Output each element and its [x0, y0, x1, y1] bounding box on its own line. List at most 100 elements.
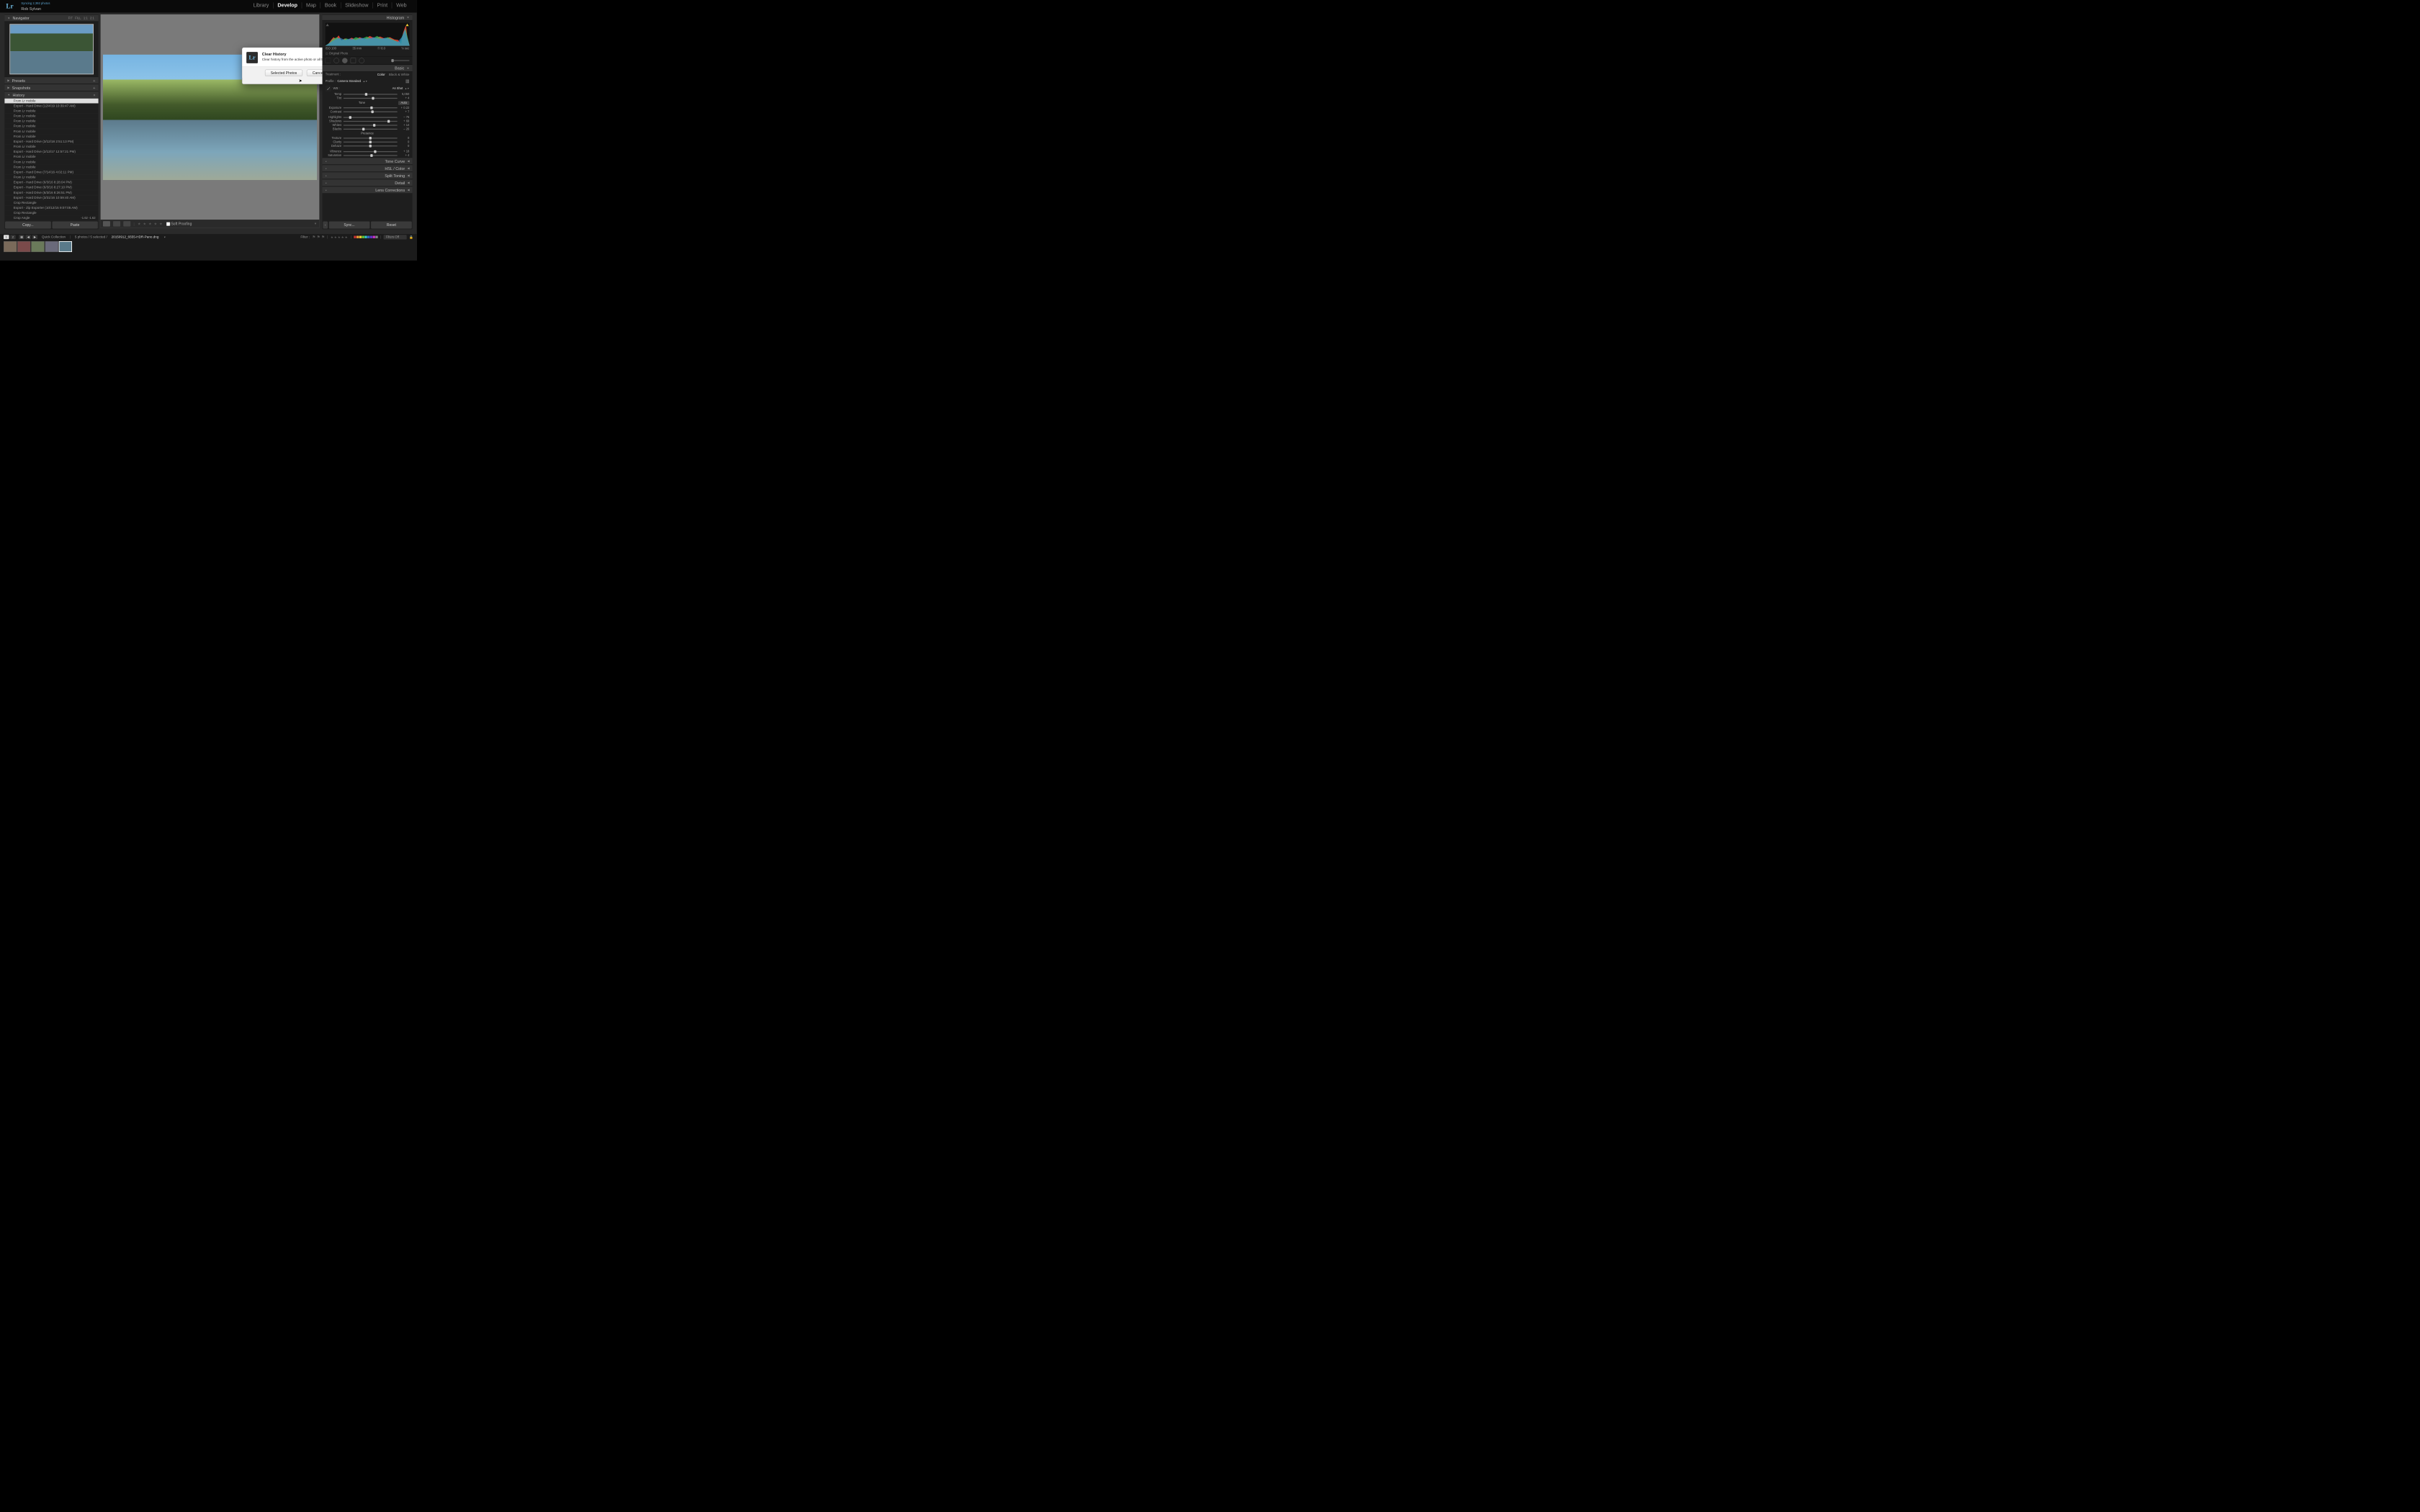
tone-curve-header[interactable]: ▪Tone Curve◀ — [323, 158, 413, 165]
crop-tool-icon[interactable] — [326, 58, 331, 63]
history-step[interactable]: From Lr mobile — [4, 144, 98, 149]
history-step[interactable]: From Lr mobile — [4, 129, 98, 134]
zoom-fill[interactable]: FILL — [74, 17, 83, 20]
toolbar-menu-icon[interactable]: ▼ — [314, 222, 317, 226]
history-step[interactable]: Export - Hard Drive (6/3/16 8:28:04 PM) — [4, 180, 98, 185]
hsl-color-header[interactable]: ▪HSL / Color◀ — [323, 165, 413, 172]
navigator-header[interactable]: ▼ Navigator FITFILL1:12:1 — [4, 14, 98, 22]
module-web[interactable]: Web — [392, 2, 411, 8]
zoom-fit[interactable]: FIT — [67, 17, 74, 20]
detail-header[interactable]: ▪Detail◀ — [323, 179, 413, 186]
thumbnail[interactable] — [31, 241, 44, 252]
mask-slider[interactable] — [391, 60, 409, 61]
radial-filter-icon[interactable] — [359, 58, 364, 63]
split-toning-header[interactable]: ▪Split Toning◀ — [323, 172, 413, 179]
spot-removal-icon[interactable] — [333, 58, 339, 63]
add-snapshot-icon[interactable]: + — [93, 85, 95, 90]
window-1-button[interactable]: 1 — [4, 235, 9, 239]
thumbnail[interactable] — [17, 241, 30, 252]
loupe-view-icon[interactable] — [103, 221, 110, 227]
soft-proofing-toggle[interactable]: Soft Proofing — [166, 222, 192, 226]
panel-switch-icon[interactable]: ▪ — [323, 222, 328, 229]
history-header[interactable]: ▼ History × — [4, 91, 98, 99]
before-after-icon[interactable] — [113, 221, 120, 227]
filter-lock-icon[interactable]: 🔒 — [409, 235, 413, 238]
module-library[interactable]: Library — [249, 2, 273, 8]
module-print[interactable]: Print — [372, 2, 392, 8]
window-2-button[interactable]: 2 — [10, 235, 16, 239]
lens-corrections-header[interactable]: ▪Lens Corrections◀ — [323, 186, 413, 194]
filters-off-dropdown[interactable]: Filters Off — [384, 235, 407, 239]
module-slideshow[interactable]: Slideshow — [341, 2, 372, 8]
history-step[interactable]: Export - Hard Drive (3/12/18 2:51:13 PM) — [4, 139, 98, 144]
history-step[interactable]: Export - Hard Drive (7/14/16 4:02:11 PM) — [4, 170, 98, 175]
treatment-color[interactable]: Color — [377, 73, 385, 76]
graduated-filter-icon[interactable] — [351, 58, 357, 63]
selected-photos-button[interactable]: Selected Photos — [265, 70, 302, 76]
history-step[interactable]: From Lr mobile — [4, 124, 98, 129]
original-photo-toggle[interactable]: ▭ Original Photo — [323, 50, 413, 56]
shadow-clipping-icon[interactable] — [326, 23, 329, 26]
clear-history-icon[interactable]: × — [93, 93, 95, 97]
soft-proofing-checkbox[interactable] — [166, 222, 170, 225]
basic-header[interactable]: Basic ▼ — [323, 65, 413, 72]
history-step[interactable]: From Lr mobile — [4, 165, 98, 170]
sync-button[interactable]: Sync... — [329, 222, 370, 229]
reset-button[interactable]: Reset — [371, 222, 412, 229]
profile-row[interactable]: Profile : Camera Standard ▲▼ ▦ — [323, 78, 413, 85]
grid-view-icon[interactable]: ▦ — [19, 235, 24, 239]
history-step[interactable]: Export - Hard Drive (12/4/19 10:39:47 AM… — [4, 104, 98, 109]
flag-filter-icon[interactable]: ⚑ ⚑ ⚑ — [312, 235, 325, 240]
snapshots-header[interactable]: ▶ Snapshots + — [4, 84, 98, 91]
highlight-clipping-icon[interactable] — [405, 23, 408, 26]
history-step[interactable]: Export - Hard Drive (2/13/17 12:57:21 PM… — [4, 150, 98, 155]
eyedropper-icon[interactable] — [326, 86, 331, 91]
history-step[interactable]: Crop Rectangle — [4, 200, 98, 205]
presets-header[interactable]: ▶ Presets + — [4, 77, 98, 84]
history-step[interactable]: From Lr mobile — [4, 134, 98, 139]
current-filename[interactable]: 20150912_6555-HDR-Pano.dng — [112, 235, 159, 239]
history-step[interactable]: From Lr mobile — [4, 155, 98, 160]
rating-filter[interactable]: ★★★★★ — [331, 235, 349, 238]
module-map[interactable]: Map — [302, 2, 321, 8]
history-step[interactable]: Crop Rectangle — [4, 211, 98, 216]
copy-button[interactable]: Copy... — [5, 222, 51, 229]
thumbnail[interactable] — [4, 241, 17, 252]
color-label-filter[interactable] — [354, 236, 377, 238]
histogram-header[interactable]: Histogram ▼ — [323, 14, 413, 20]
history-step[interactable]: From Lr mobile — [4, 175, 98, 180]
redeye-tool-icon[interactable] — [342, 58, 348, 63]
history-step[interactable]: From Lr mobile — [4, 160, 98, 165]
history-step[interactable]: Export - Hard Drive (6/3/16 8:27:10 PM) — [4, 185, 98, 190]
go-forward-icon[interactable]: ▶ — [32, 235, 38, 239]
user-name[interactable]: Rob Sylvan — [21, 6, 41, 11]
zoom-1-1[interactable]: 1:1 — [82, 17, 89, 20]
sync-status[interactable]: Syncing 2,392 photos — [21, 2, 50, 6]
source-label[interactable]: Quick Collection — [42, 235, 66, 239]
thumbnail[interactable] — [59, 241, 72, 252]
history-step[interactable]: Export - Hard Drive (3/31/16 10:59:40 AM… — [4, 195, 98, 200]
wb-value[interactable]: As Shot — [393, 87, 403, 91]
thumbnail[interactable] — [45, 241, 58, 252]
navigator-zoom-modes[interactable]: FITFILL1:12:1 — [67, 17, 96, 20]
history-step[interactable]: From Lr mobile — [4, 114, 98, 119]
module-book[interactable]: Book — [321, 2, 341, 8]
zoom-2-1[interactable]: 2:1 — [89, 17, 95, 20]
auto-tone-button[interactable]: Auto — [398, 101, 409, 104]
history-step[interactable]: Crop Angle-1.62 -1.62 — [4, 216, 98, 221]
thumbnail-strip[interactable] — [0, 240, 417, 253]
navigator-preview[interactable] — [9, 24, 94, 74]
paste-button[interactable]: Paste — [52, 222, 98, 229]
history-step[interactable]: Export - Hard Drive (6/3/16 8:26:51 PM) — [4, 190, 98, 195]
module-develop[interactable]: Develop — [273, 2, 302, 8]
compare-icon[interactable] — [123, 221, 130, 227]
history-step[interactable]: From Lr mobile — [4, 99, 98, 104]
history-step[interactable]: Export - Zip Exporter (10/12/15 9:07:05 … — [4, 205, 98, 210]
rating-stars[interactable]: ★ ★ ★ ★ ★ — [138, 222, 163, 226]
treatment-bw[interactable]: Black & White — [389, 73, 410, 76]
profile-browser-icon[interactable]: ▦ — [405, 78, 410, 84]
add-preset-icon[interactable]: + — [93, 78, 95, 83]
history-step[interactable]: From Lr mobile — [4, 119, 98, 124]
histogram-graph[interactable] — [325, 22, 410, 46]
history-step[interactable]: From Lr mobile — [4, 109, 98, 114]
